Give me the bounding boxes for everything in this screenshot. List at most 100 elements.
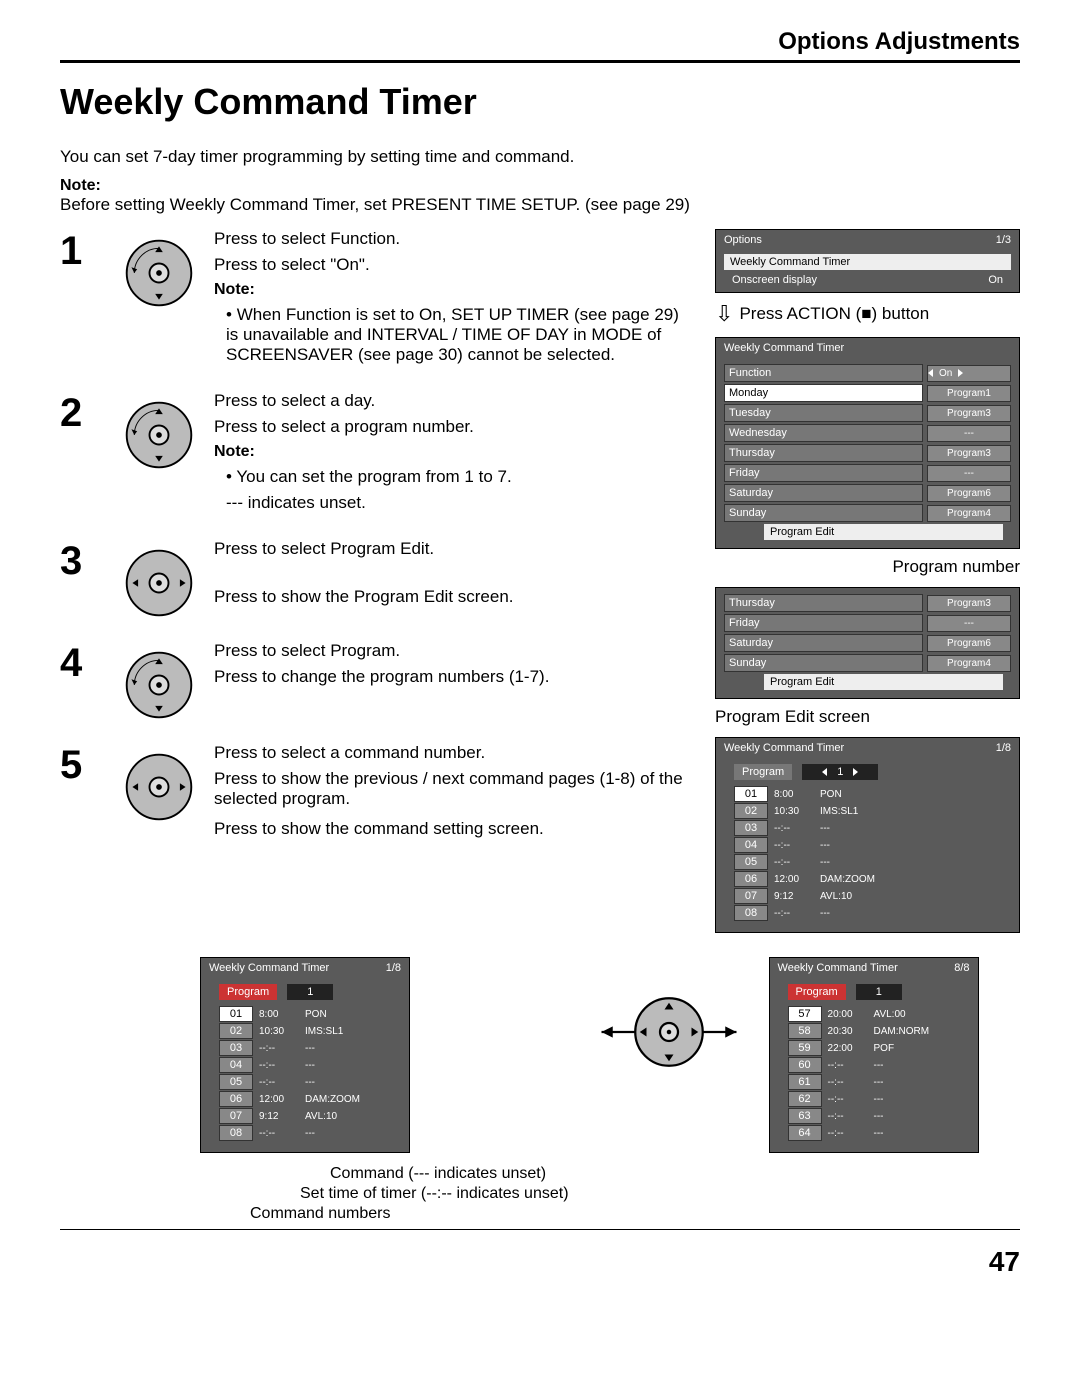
step-2: 2 Press to select a day. Press to select… <box>60 391 695 519</box>
pe-row: 079:12AVL:10 <box>219 1108 401 1124</box>
osd-day: Friday <box>724 464 923 482</box>
note-label: Note: <box>214 443 695 461</box>
pe-row: 60--:----- <box>788 1057 970 1073</box>
pe-row: 08--:----- <box>219 1125 401 1141</box>
osd-day-row: ThursdayProgram3 <box>724 594 1011 612</box>
osd-page: 1/8 <box>996 742 1011 754</box>
osd-column: Options1/3 Weekly Command Timer Onscreen… <box>715 229 1020 933</box>
action-caption: ⇩ Press ACTION (■) button <box>715 301 1020 327</box>
pe-time: --:-- <box>259 1077 299 1088</box>
osd-page: 1/8 <box>386 962 401 974</box>
pe-cmd-number: 08 <box>734 905 768 921</box>
step-text: Press to select Program Edit. <box>214 539 695 559</box>
note-text: Before setting Weekly Command Timer, set… <box>60 195 1020 215</box>
osd-title: Options <box>724 234 762 246</box>
pe-row: 018:00PON <box>734 786 1011 802</box>
pe-cmd-number: 07 <box>734 888 768 904</box>
osd-day-row: SundayProgram4 <box>724 504 1011 522</box>
step-text: Press to select a day. <box>214 391 695 411</box>
pe-command: AVL:00 <box>874 1009 906 1020</box>
step-4: 4 Press to select Program. Press to chan… <box>60 641 695 723</box>
step-text: Press to show the command setting screen… <box>214 819 695 839</box>
step-text: Press to change the program numbers (1-7… <box>214 667 695 687</box>
step-text: Press to show the previous / next comman… <box>214 769 695 809</box>
pe-command: PON <box>305 1009 327 1020</box>
osd-page: 1/3 <box>996 234 1011 246</box>
pe-program-label: Program <box>734 764 792 780</box>
pe-command: --- <box>820 840 830 851</box>
note-bullet: --- indicates unset. <box>226 493 695 513</box>
osd-pe-bottom-left: Weekly Command Timer1/8 Program 1 018:00… <box>200 957 410 1153</box>
pe-cmd-number: 07 <box>219 1108 253 1124</box>
pe-row: 0210:30IMS:SL1 <box>734 803 1011 819</box>
osd-wct: Weekly Command Timer Function On MondayP… <box>715 337 1020 549</box>
pe-time: --:-- <box>828 1128 868 1139</box>
step-num: 4 <box>60 641 104 723</box>
pe-row: 05--:----- <box>734 854 1011 870</box>
pe-row: 05 --:-- --- <box>219 1074 401 1090</box>
dial-icon <box>121 749 197 825</box>
osd-title: Weekly Command Timer <box>778 962 898 974</box>
pe-row: 61--:----- <box>788 1074 970 1090</box>
pe-command: DAM:ZOOM <box>820 874 875 885</box>
pe-command: --- <box>305 1043 315 1054</box>
bottom-examples: Weekly Command Timer1/8 Program 1 018:00… <box>60 957 1020 1225</box>
pe-command: IMS:SL1 <box>820 806 858 817</box>
osd-program-value: --- <box>927 615 1011 632</box>
pe-row: 5720:00AVL:00 <box>788 1006 970 1022</box>
pe-program-number: 1 <box>802 764 878 780</box>
pe-cmd-number: 60 <box>788 1057 822 1073</box>
pe-time: 8:00 <box>774 789 814 800</box>
pe-time: --:-- <box>774 857 814 868</box>
pe-command: --- <box>305 1077 315 1088</box>
osd-pe-bottom-right: Weekly Command Timer8/8 Program 1 5720:0… <box>769 957 979 1153</box>
pe-cmd-number: 59 <box>788 1040 822 1056</box>
pe-command: --- <box>820 857 830 868</box>
osd-program-value: Program1 <box>927 385 1011 402</box>
rule-top <box>60 60 1020 63</box>
legend-time: Set time of timer (--:-- indicates unset… <box>300 1185 569 1203</box>
pe-row: 5922:00POF <box>788 1040 970 1056</box>
osd-key: Onscreen display <box>732 274 817 286</box>
step-num: 2 <box>60 391 104 519</box>
osd-program-edit-screen: Weekly Command Timer1/8 Program 1 018:00… <box>715 737 1020 933</box>
pe-cmd-number: 64 <box>788 1125 822 1141</box>
pe-program-label: Program <box>219 984 277 1000</box>
pe-time: 12:00 <box>259 1094 299 1105</box>
osd-day: Monday <box>724 384 923 402</box>
pe-time: 20:00 <box>828 1009 868 1020</box>
osd-day: Thursday <box>724 444 923 462</box>
pe-time: 12:00 <box>774 874 814 885</box>
osd-day-row: Friday--- <box>724 464 1011 482</box>
pe-command: --- <box>874 1094 884 1105</box>
pe-time: --:-- <box>828 1111 868 1122</box>
pe-row: 0612:00DAM:ZOOM <box>734 871 1011 887</box>
osd-day: Sunday <box>724 654 923 672</box>
osd-day-row: Friday--- <box>724 614 1011 632</box>
pe-time: --:-- <box>774 823 814 834</box>
pe-command: --- <box>305 1128 315 1139</box>
section-header: Options Adjustments <box>778 28 1020 56</box>
pe-cmd-number: 61 <box>788 1074 822 1090</box>
osd-day-row: ThursdayProgram3 <box>724 444 1011 462</box>
step-5: 5 Press to select a command number. Pres… <box>60 743 695 845</box>
step-1: 1 Press to select Function. Press to sel… <box>60 229 695 371</box>
pe-command: --- <box>874 1060 884 1071</box>
pe-cmd-number: 06 <box>219 1091 253 1107</box>
intro-text: You can set 7-day timer programming by s… <box>60 147 1020 167</box>
dial-graphic <box>599 957 739 1077</box>
osd-page: 8/8 <box>954 962 969 974</box>
pe-command: AVL:10 <box>305 1111 337 1122</box>
osd-day-row: TuesdayProgram3 <box>724 404 1011 422</box>
osd-key: Function <box>724 364 923 382</box>
osd-program-value: Program4 <box>927 655 1011 672</box>
osd-wct-snip: ThursdayProgram3Friday---SaturdayProgram… <box>715 587 1020 699</box>
pe-cmd-number: 03 <box>219 1040 253 1056</box>
pe-cmd-number: 05 <box>219 1074 253 1090</box>
pe-row: 03--:----- <box>734 820 1011 836</box>
osd-day-row: SaturdayProgram6 <box>724 484 1011 502</box>
pe-command: --- <box>820 908 830 919</box>
pe-time: 8:00 <box>259 1009 299 1020</box>
pe-row: 0612:00DAM:ZOOM <box>219 1091 401 1107</box>
osd-value: On <box>927 365 1011 382</box>
